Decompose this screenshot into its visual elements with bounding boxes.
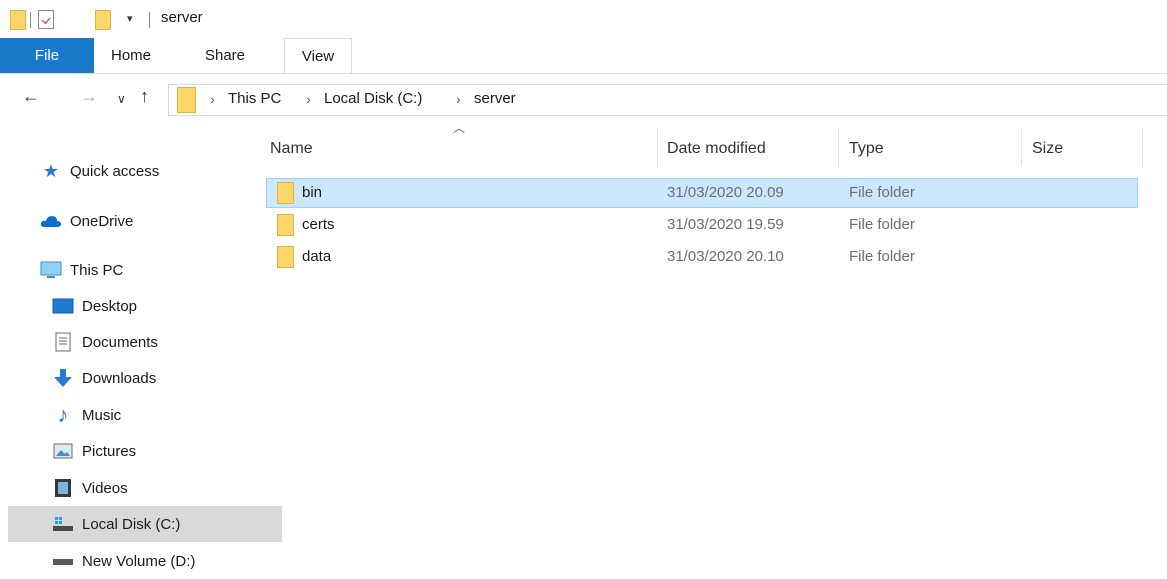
file-date: 31/03/2020 20.10	[667, 248, 784, 265]
download-arrow-icon	[52, 368, 74, 388]
customize-toolbar-icon[interactable]: ▾	[127, 12, 133, 25]
chevron-right-icon[interactable]: ›	[456, 91, 461, 107]
breadcrumb-server[interactable]: server	[474, 90, 516, 107]
up-arrow-icon[interactable]: ↑	[140, 86, 149, 107]
file-name: certs	[302, 216, 335, 233]
sidebar-item-label: New Volume (D:)	[82, 552, 196, 570]
sidebar-item-pictures[interactable]: Pictures	[0, 433, 288, 469]
forward-arrow-icon[interactable]: →	[80, 86, 98, 107]
sidebar-item-label: This PC	[70, 261, 124, 279]
file-type: File folder	[849, 248, 915, 265]
sidebar-item-label: Pictures	[82, 442, 137, 460]
document-icon	[52, 332, 74, 352]
breadcrumb-this-pc[interactable]: This PC	[228, 90, 281, 107]
back-arrow-icon[interactable]: ←	[22, 86, 40, 107]
sidebar-item-label: OneDrive	[70, 212, 134, 230]
chevron-right-icon[interactable]: ›	[210, 91, 215, 107]
column-divider[interactable]	[1021, 128, 1022, 166]
sidebar-item-quick-access[interactable]: ★ Quick access	[0, 153, 276, 189]
folder-icon	[277, 214, 294, 236]
sidebar-item-label: Quick access	[70, 162, 160, 180]
cloud-icon	[40, 211, 62, 231]
folder-icon	[10, 10, 26, 30]
sidebar-item-label: Music	[82, 406, 122, 424]
sidebar-item-label: Desktop	[82, 297, 138, 315]
recent-locations-chevron-icon[interactable]: ∨	[117, 92, 126, 106]
column-header-date-modified[interactable]: Date modified	[667, 140, 766, 158]
file-type: File folder	[849, 216, 915, 233]
column-divider[interactable]	[657, 128, 658, 166]
column-divider[interactable]	[838, 128, 839, 166]
monitor-icon	[40, 260, 62, 280]
music-note-icon: ♪	[57, 402, 69, 427]
tab-share[interactable]: Share	[194, 38, 256, 73]
drive-icon	[52, 514, 74, 534]
file-type: File folder	[849, 184, 915, 201]
file-name: bin	[302, 184, 323, 201]
film-icon	[52, 478, 74, 498]
sidebar-item-desktop[interactable]: Desktop	[0, 288, 288, 324]
tab-home[interactable]: Home	[100, 38, 162, 73]
sidebar-item-music[interactable]: ♪ Music	[0, 397, 288, 433]
window-title: server	[161, 9, 203, 26]
file-name: data	[302, 248, 332, 265]
separator	[30, 12, 31, 28]
drive-icon	[52, 551, 74, 571]
column-header-name[interactable]: Name	[270, 140, 313, 158]
sidebar-item-label: Videos	[82, 479, 128, 497]
column-header-size[interactable]: Size	[1032, 140, 1063, 158]
sidebar-item-label: Documents	[82, 333, 158, 351]
column-header-type[interactable]: Type	[849, 140, 884, 158]
desktop-icon	[52, 296, 74, 316]
picture-icon	[52, 441, 74, 461]
properties-icon[interactable]	[38, 10, 54, 29]
file-date: 31/03/2020 20.09	[667, 184, 784, 201]
sidebar-item-new-volume-d[interactable]: New Volume (D:)	[0, 543, 288, 579]
sidebar-item-documents[interactable]: Documents	[0, 324, 288, 360]
ribbon-divider	[0, 73, 1167, 74]
sidebar-item-onedrive[interactable]: OneDrive	[0, 203, 276, 239]
sidebar-item-local-disk-c[interactable]: Local Disk (C:)	[8, 506, 282, 542]
sidebar-item-this-pc[interactable]: This PC	[0, 252, 276, 288]
sidebar-item-downloads[interactable]: Downloads	[0, 360, 288, 396]
folder-icon	[277, 182, 294, 204]
star-icon: ★	[42, 160, 60, 181]
address-bar[interactable]	[168, 84, 1167, 116]
chevron-right-icon[interactable]: ›	[306, 91, 311, 107]
breadcrumb-local-disk[interactable]: Local Disk (C:)	[324, 90, 422, 107]
folder-icon	[177, 87, 196, 113]
file-date: 31/03/2020 19.59	[667, 216, 784, 233]
sidebar-item-label: Local Disk (C:)	[82, 515, 181, 533]
sidebar-item-label: Downloads	[82, 369, 157, 387]
sort-ascending-icon: ︿	[453, 121, 466, 135]
sidebar-item-videos[interactable]: Videos	[0, 470, 288, 506]
title-bar: ▾ server	[0, 0, 1167, 38]
folder-icon	[277, 246, 294, 268]
tab-file[interactable]: File	[0, 38, 94, 73]
separator	[149, 12, 150, 28]
column-divider[interactable]	[1142, 128, 1143, 166]
new-folder-icon[interactable]	[95, 10, 111, 30]
tab-view[interactable]: View	[284, 38, 352, 74]
